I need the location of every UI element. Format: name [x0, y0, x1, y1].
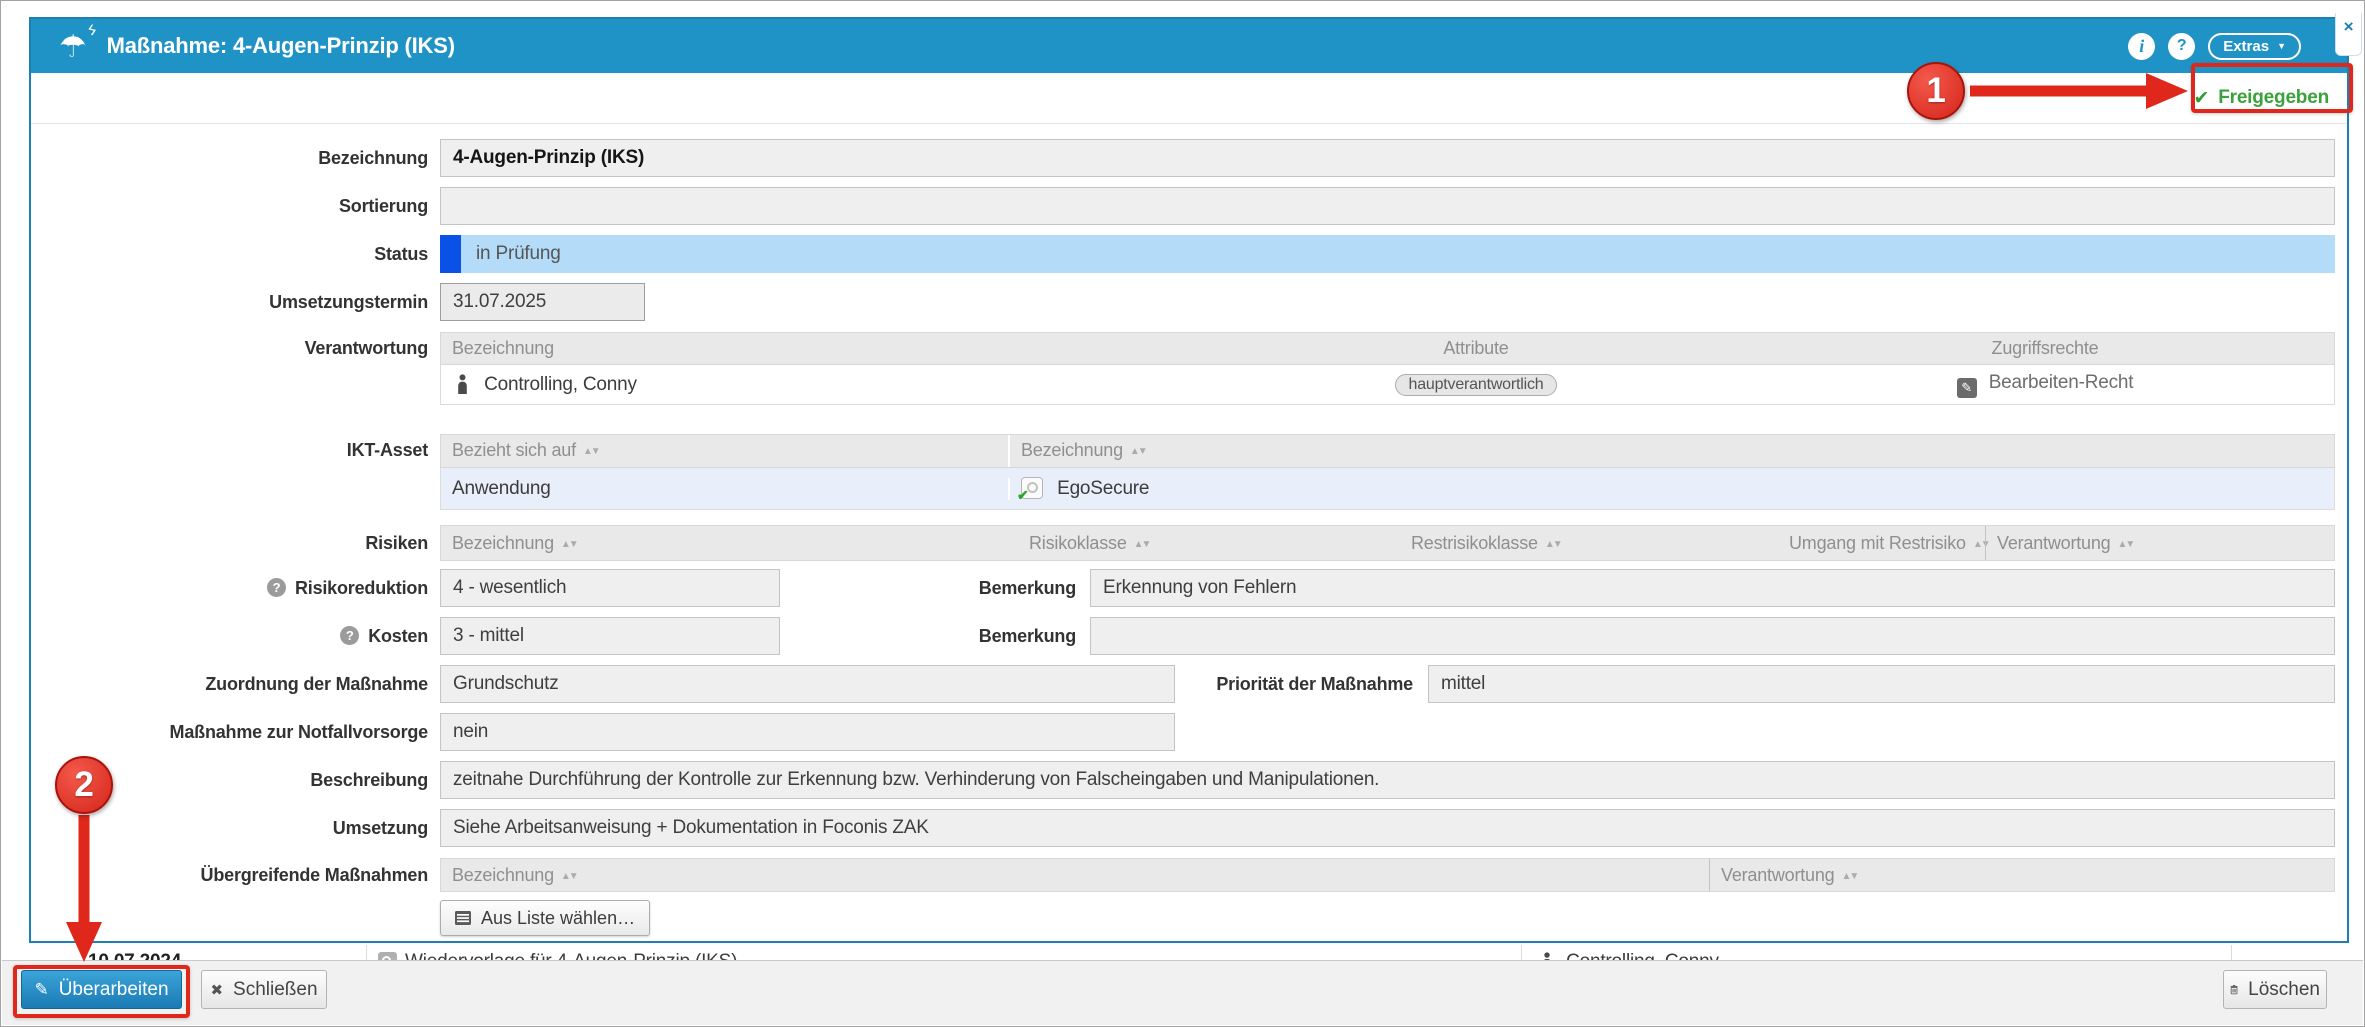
dialog-toolbar: ✔ Freigegeben [31, 73, 2347, 124]
aus-liste-label: Aus Liste wählen… [481, 908, 635, 929]
column-header-ueber-bezeichnung[interactable]: Bezeichnung▲▼ [441, 859, 1709, 891]
person-icon [456, 374, 469, 394]
titlebar-actions: i ? Extras ▼ [2128, 33, 2331, 60]
column-header-attribute[interactable]: Attribute [1196, 333, 1756, 364]
annotation-step-2: 2 [55, 756, 113, 814]
bezeichnung-label: Bezeichnung [31, 139, 428, 177]
column-header-zugriffsrechte[interactable]: Zugriffsrechte [1756, 333, 2334, 364]
zugriffsrecht-value: Bearbeiten-Recht [1989, 372, 2134, 393]
risikoreduktion-label: ?Risikoreduktion [31, 569, 428, 607]
uebergreifende-label: Übergreifende Maßnahmen [31, 858, 428, 892]
sort-icon: ▲▼ [583, 446, 599, 457]
attribute-badge: hauptverantwortlich [1395, 374, 1558, 396]
annotation-step-1: 1 [1907, 62, 1965, 120]
column-header-bezeichnung[interactable]: Bezeichnung [441, 333, 1196, 364]
footer-button-bar: ✎ Überarbeiten ✖ Schließen Löschen [2, 960, 2363, 1025]
close-x-icon: ✖ [210, 981, 223, 999]
annotation-box-freigegeben [2191, 63, 2353, 113]
umsetzungstermin-field[interactable]: 31.07.2025 [440, 283, 645, 321]
ikt-table-header: Bezieht sich auf▲▼ Bezeichnung▲▼ [440, 434, 2335, 468]
application-icon: ✔ [1021, 477, 1043, 499]
ikt-typ-value: Anwendung [452, 478, 551, 499]
extras-label: Extras [2223, 38, 2269, 55]
info-icon[interactable]: i [2128, 33, 2155, 60]
loeschen-label: Löschen [2248, 979, 2320, 1001]
question-icon[interactable]: ? [267, 578, 286, 597]
sort-icon: ▲▼ [561, 539, 577, 550]
help-icon[interactable]: ? [2168, 33, 2195, 60]
risiken-table-header: Bezeichnung▲▼ Risikoklasse▲▼ Restrisikok… [440, 525, 2335, 561]
status-color-block [440, 235, 461, 273]
sort-icon: ▲▼ [1134, 539, 1150, 550]
notfallvorsorge-field[interactable]: nein [440, 713, 1175, 751]
trash-icon [2230, 981, 2238, 998]
chevron-down-icon: ▼ [2277, 41, 2286, 51]
ikt-asset-value: EgoSecure [1057, 478, 1149, 499]
status-label: Status [31, 235, 428, 273]
sort-icon: ▲▼ [561, 871, 577, 882]
column-header-restrisikoklasse[interactable]: Restrisikoklasse▲▼ [1400, 526, 1778, 560]
column-header-risikoklasse[interactable]: Risikoklasse▲▼ [1018, 526, 1400, 560]
notfallvorsorge-label: Maßnahme zur Notfallvorsorge [31, 713, 428, 751]
lightning-icon: ϟ [86, 22, 97, 38]
sort-icon: ▲▼ [1841, 871, 1857, 882]
prioritaet-field[interactable]: mittel [1428, 665, 2335, 703]
risikoreduktion-bemerkung-field[interactable]: Erkennung von Fehlern [1090, 569, 2335, 607]
zuordnung-field[interactable]: Grundschutz [440, 665, 1175, 703]
status-field[interactable]: in Prüfung [440, 235, 2335, 273]
status-value: in Prüfung [440, 235, 2335, 273]
column-header-ikt-bezeichnung[interactable]: Bezeichnung▲▼ [1010, 435, 2334, 467]
sortierung-label: Sortierung [31, 187, 428, 225]
column-header-bezieht-sich-auf[interactable]: Bezieht sich auf▲▼ [441, 435, 1010, 467]
table-row-verantwortung[interactable]: Controlling, Conny hauptverantwortlich ✎… [440, 365, 2335, 405]
close-icon[interactable]: × [2335, 13, 2362, 56]
annotation-box-ueberarbeiten [13, 965, 190, 1018]
umbrella-icon: ☂ ϟ [59, 31, 87, 62]
bemerkung-label: Bemerkung [860, 569, 1076, 607]
dialog-titlebar: ☂ ϟ Maßnahme: 4-Augen-Prinzip (IKS) i ? … [31, 19, 2347, 73]
schliessen-button[interactable]: ✖ Schließen [201, 970, 327, 1009]
loeschen-button[interactable]: Löschen [2223, 970, 2327, 1009]
column-header-umgang-restrisiko[interactable]: Umgang mit Restrisiko▲▼ [1778, 526, 1973, 560]
list-icon [455, 911, 471, 925]
column-header-risiko-verantwortung[interactable]: Verantwortung▲▼ [1985, 526, 2334, 560]
kosten-field[interactable]: 3 - mittel [440, 617, 780, 655]
beschreibung-field[interactable]: zeitnahe Durchführung der Kontrolle zur … [440, 761, 2335, 799]
umsetzung-label: Umsetzung [31, 809, 428, 847]
kosten-bemerkung-field[interactable] [1090, 617, 2335, 655]
schliessen-label: Schließen [233, 979, 318, 1001]
sortierung-field[interactable] [440, 187, 2335, 225]
check-icon: ✔ [1017, 487, 1029, 504]
sort-icon: ▲▼ [1545, 539, 1561, 550]
edit-right-icon: ✎ [1957, 378, 1977, 398]
umsetzungstermin-label: Umsetzungstermin [31, 283, 428, 321]
bemerkung-label: Bemerkung [860, 617, 1076, 655]
bezeichnung-field[interactable]: 4-Augen-Prinzip (IKS) [440, 139, 2335, 177]
extras-button[interactable]: Extras ▼ [2208, 33, 2301, 60]
column-header-ueber-verantwortung[interactable]: Verantwortung▲▼ [1709, 859, 2334, 891]
prioritaet-label: Priorität der Maßnahme [1200, 665, 1413, 703]
zuordnung-label: Zuordnung der Maßnahme [31, 665, 428, 703]
uebergreifend-table-header: Bezeichnung▲▼ Verantwortung▲▼ [440, 858, 2335, 892]
massnahme-dialog: ☂ ϟ Maßnahme: 4-Augen-Prinzip (IKS) i ? … [29, 17, 2349, 943]
verantwortung-table-header: Bezeichnung Attribute Zugriffsrechte [440, 332, 2335, 365]
dialog-title: Maßnahme: 4-Augen-Prinzip (IKS) [107, 33, 455, 59]
aus-liste-waehlen-button[interactable]: Aus Liste wählen… [440, 900, 650, 936]
verantwortung-label: Verantwortung [31, 332, 428, 365]
column-header-risiko-bezeichnung[interactable]: Bezeichnung▲▼ [441, 526, 1018, 560]
sort-icon: ▲▼ [2117, 539, 2133, 550]
umsetzung-field[interactable]: Siehe Arbeitsanweisung + Dokumentation i… [440, 809, 2335, 847]
ikt-asset-label: IKT-Asset [31, 434, 428, 467]
application-window: ☂ ϟ Maßnahme: 4-Augen-Prinzip (IKS) i ? … [0, 0, 2365, 1027]
question-icon[interactable]: ? [340, 626, 359, 645]
kosten-label: ?Kosten [31, 617, 428, 655]
sort-icon: ▲▼ [1130, 446, 1146, 457]
table-row-ikt-asset[interactable]: Anwendung ✔ EgoSecure [440, 468, 2335, 510]
verantwortung-person: Controlling, Conny [484, 374, 637, 395]
risikoreduktion-field[interactable]: 4 - wesentlich [440, 569, 780, 607]
risiken-label: Risiken [31, 525, 428, 561]
